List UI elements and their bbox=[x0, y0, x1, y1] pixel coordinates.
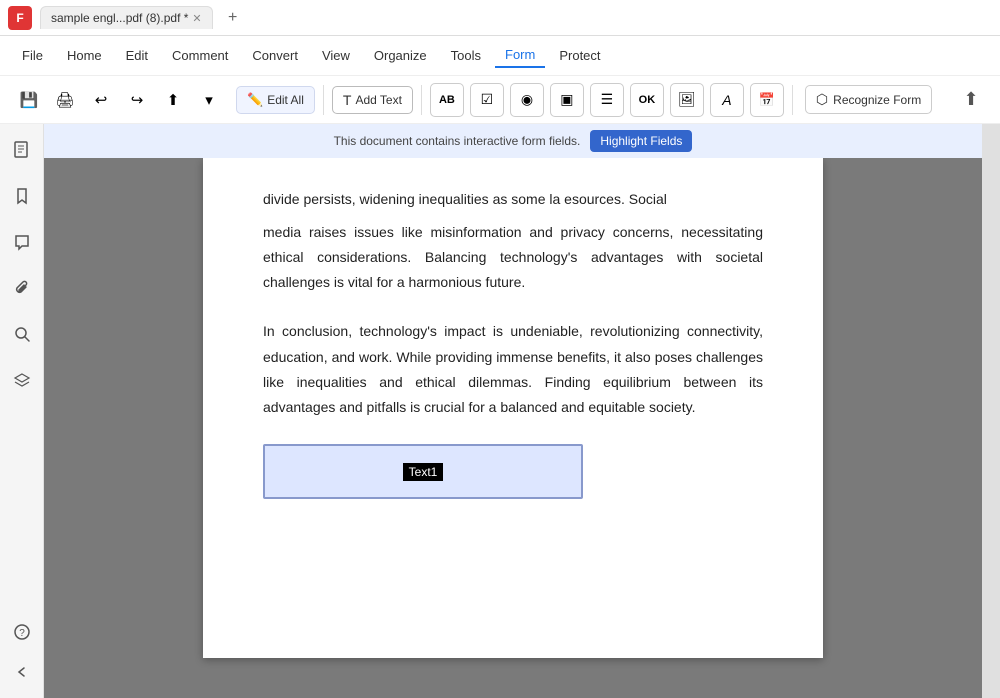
upload-icon-btn[interactable]: ⬆ bbox=[954, 83, 988, 117]
page-top-text: divide persists, widening inequalities a… bbox=[263, 188, 763, 212]
text-field-label: Text1 bbox=[403, 463, 444, 481]
text-field-icon-btn[interactable]: AB bbox=[430, 83, 464, 117]
sidebar-bookmark-icon[interactable] bbox=[8, 182, 36, 210]
notification-message: This document contains interactive form … bbox=[334, 134, 581, 148]
menu-file[interactable]: File bbox=[12, 44, 53, 67]
edit-pencil-icon: ✏️ bbox=[247, 92, 263, 108]
sidebar-page-icon[interactable] bbox=[8, 136, 36, 164]
button-icon-btn[interactable]: OK bbox=[630, 83, 664, 117]
menu-bar: File Home Edit Comment Convert View Orga… bbox=[0, 36, 1000, 76]
pdf-page: divide persists, widening inequalities a… bbox=[203, 158, 823, 658]
tab-close-icon[interactable]: ✕ bbox=[192, 12, 201, 25]
edit-all-label: Edit All bbox=[267, 93, 304, 107]
sidebar-attach-icon[interactable] bbox=[8, 274, 36, 302]
add-text-icon: T bbox=[343, 92, 352, 108]
main-area: ? This document contains interactive for… bbox=[0, 124, 1000, 698]
recognize-form-label: Recognize Form bbox=[833, 93, 921, 107]
sidebar-collapse-icon[interactable] bbox=[8, 658, 36, 686]
sidebar-bottom: ? bbox=[8, 618, 36, 686]
menu-home[interactable]: Home bbox=[57, 44, 112, 67]
edit-all-button[interactable]: ✏️ Edit All bbox=[236, 86, 315, 114]
radio-icon-btn[interactable]: ◉ bbox=[510, 83, 544, 117]
document-area: This document contains interactive form … bbox=[44, 124, 982, 698]
menu-edit[interactable]: Edit bbox=[116, 44, 158, 67]
toolbar-separator-1 bbox=[323, 85, 324, 115]
redo-icon-btn[interactable]: ↪ bbox=[120, 83, 154, 117]
checkbox-icon-btn[interactable]: ☑ bbox=[470, 83, 504, 117]
sidebar-search-icon[interactable] bbox=[8, 320, 36, 348]
menu-comment[interactable]: Comment bbox=[162, 44, 238, 67]
signature-icon-btn[interactable]: A bbox=[710, 83, 744, 117]
sidebar-layers-icon[interactable] bbox=[8, 366, 36, 394]
sidebar-left: ? bbox=[0, 124, 44, 698]
toolbar-separator-3 bbox=[792, 85, 793, 115]
notification-bar: This document contains interactive form … bbox=[44, 124, 982, 158]
menu-form[interactable]: Form bbox=[495, 43, 545, 68]
pdf-text-field[interactable]: Text1 bbox=[263, 444, 583, 499]
right-scrollbar[interactable] bbox=[982, 124, 1000, 698]
recognize-form-button[interactable]: ⬡ Recognize Form bbox=[805, 85, 932, 114]
tab-label: sample engl...pdf (8).pdf * bbox=[51, 11, 188, 25]
share-icon-btn[interactable]: ⬆ bbox=[156, 83, 190, 117]
svg-text:?: ? bbox=[19, 628, 25, 639]
form-toolbar: 💾 🖨 ↩ ↪ ⬆ ▾ ✏️ Edit All T Add Text AB ☑ … bbox=[0, 76, 1000, 124]
add-text-label: Add Text bbox=[355, 93, 401, 107]
menu-protect[interactable]: Protect bbox=[549, 44, 610, 67]
image-field-icon-btn[interactable]: 🖼 bbox=[670, 83, 704, 117]
listbox-icon-btn[interactable]: ☰ bbox=[590, 83, 624, 117]
title-bar: F sample engl...pdf (8).pdf * ✕ + bbox=[0, 0, 1000, 36]
pdf-paragraph-2: In conclusion, technology's impact is un… bbox=[263, 319, 763, 420]
toolbar-right: ⬆ bbox=[954, 83, 988, 117]
undo-icon-btn[interactable]: ↩ bbox=[84, 83, 118, 117]
dropdown-icon-btn[interactable]: ▾ bbox=[192, 83, 226, 117]
recognize-form-icon: ⬡ bbox=[816, 91, 828, 108]
menu-tools[interactable]: Tools bbox=[441, 44, 491, 67]
date-icon-btn[interactable]: 📅 bbox=[750, 83, 784, 117]
sidebar-help-icon[interactable]: ? bbox=[8, 618, 36, 646]
menu-organize[interactable]: Organize bbox=[364, 44, 437, 67]
sidebar-comment-icon[interactable] bbox=[8, 228, 36, 256]
app-logo: F bbox=[8, 6, 32, 30]
pdf-paragraph-1: media raises issues like misinformation … bbox=[263, 220, 763, 296]
menu-convert[interactable]: Convert bbox=[242, 44, 308, 67]
add-text-button[interactable]: T Add Text bbox=[332, 86, 413, 114]
new-tab-button[interactable]: + bbox=[221, 6, 245, 30]
dropdown-field-icon-btn[interactable]: ▣ bbox=[550, 83, 584, 117]
save-icon-btn[interactable]: 💾 bbox=[12, 83, 46, 117]
highlight-fields-button[interactable]: Highlight Fields bbox=[590, 130, 692, 152]
menu-view[interactable]: View bbox=[312, 44, 360, 67]
print-icon-btn[interactable]: 🖨 bbox=[48, 83, 82, 117]
active-tab[interactable]: sample engl...pdf (8).pdf * ✕ bbox=[40, 6, 213, 29]
toolbar-separator-2 bbox=[421, 85, 422, 115]
